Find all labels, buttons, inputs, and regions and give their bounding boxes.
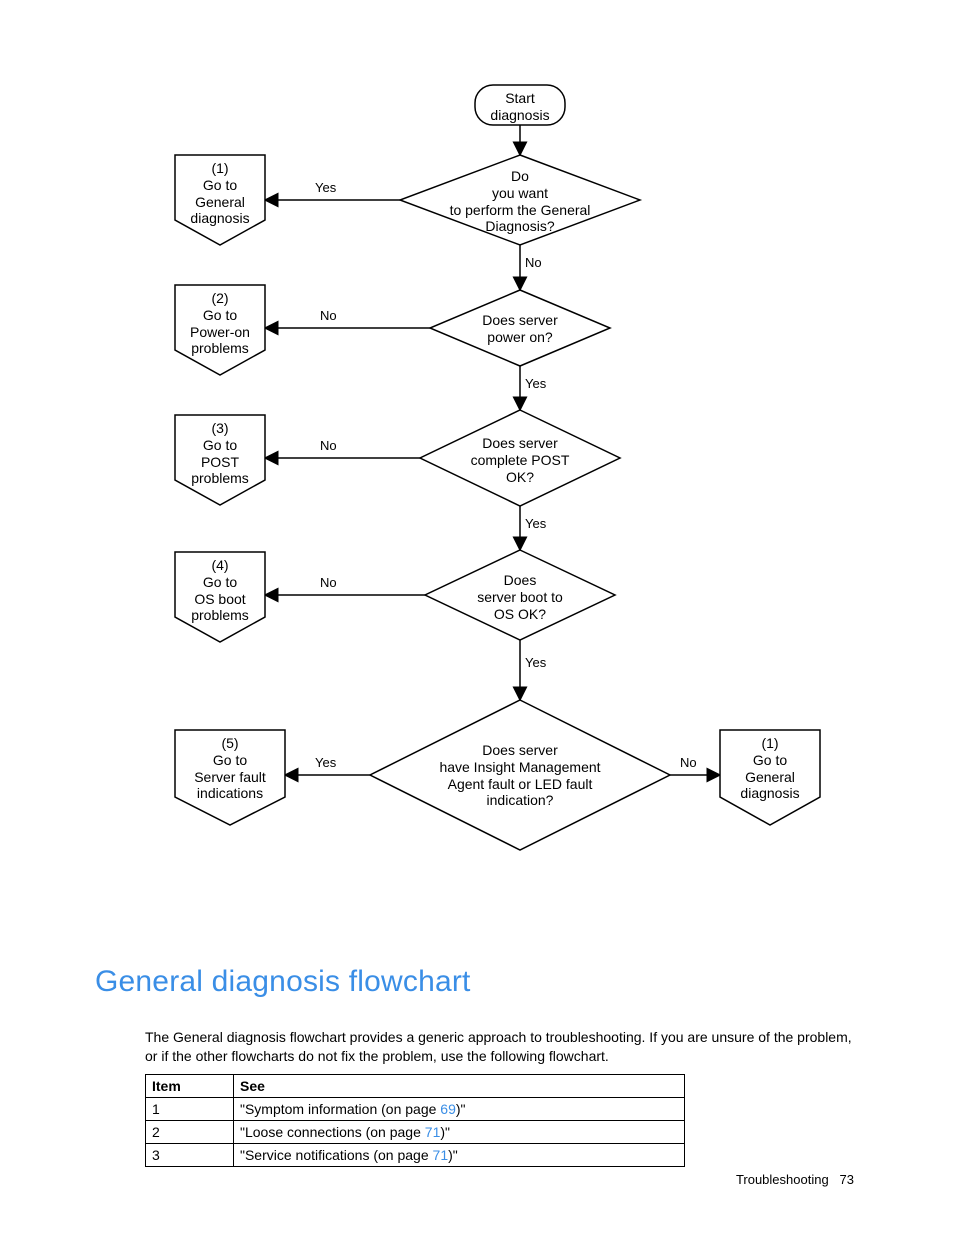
node-d5: Does server have Insight Management Agen… (405, 742, 635, 809)
cell-see: "Service notifications (on page 71)" (234, 1144, 685, 1167)
cell-item: 3 (146, 1144, 234, 1167)
node-o1b: (1) Go to General diagnosis (720, 735, 820, 802)
cell-item: 1 (146, 1098, 234, 1121)
label-d4-yes: Yes (525, 655, 546, 670)
footer-section: Troubleshooting (736, 1172, 829, 1187)
intro-paragraph: The General diagnosis flowchart provides… (145, 1028, 865, 1066)
label-d5-yes: Yes (315, 755, 336, 770)
node-o1: (1) Go to General diagnosis (175, 160, 265, 227)
cell-see: "Loose connections (on page 71)" (234, 1121, 685, 1144)
th-item: Item (146, 1075, 234, 1098)
node-start: Start diagnosis (475, 90, 565, 124)
page-link[interactable]: 71 (433, 1147, 449, 1163)
label-d4-no: No (320, 575, 337, 590)
page-heading: General diagnosis flowchart (95, 965, 471, 999)
node-d3: Does server complete POST OK? (450, 435, 590, 485)
node-o2: (2) Go to Power-on problems (175, 290, 265, 357)
page: Start diagnosis Do you want to perform t… (0, 0, 954, 1235)
label-d2-no: No (320, 308, 337, 323)
page-link[interactable]: 71 (425, 1124, 441, 1140)
node-d2: Does server power on? (455, 312, 585, 346)
table-row: 3 "Service notifications (on page 71)" (146, 1144, 685, 1167)
flowchart-diagram: Start diagnosis Do you want to perform t… (160, 80, 860, 950)
label-d1-no: No (525, 255, 542, 270)
page-link[interactable]: 69 (440, 1101, 456, 1117)
label-d3-yes: Yes (525, 516, 546, 531)
node-o4: (4) Go to OS boot problems (175, 557, 265, 624)
label-d1-yes: Yes (315, 180, 336, 195)
table-row: 2 "Loose connections (on page 71)" (146, 1121, 685, 1144)
page-footer: Troubleshooting 73 (736, 1172, 854, 1187)
reference-table: Item See 1 "Symptom information (on page… (145, 1074, 685, 1167)
node-d1: Do you want to perform the General Diagn… (415, 168, 625, 235)
label-d2-yes: Yes (525, 376, 546, 391)
cell-item: 2 (146, 1121, 234, 1144)
node-d4: Does server boot to OS OK? (455, 572, 585, 622)
th-see: See (234, 1075, 685, 1098)
cell-see: "Symptom information (on page 69)" (234, 1098, 685, 1121)
table-row: 1 "Symptom information (on page 69)" (146, 1098, 685, 1121)
label-d3-no: No (320, 438, 337, 453)
node-o5: (5) Go to Server fault indications (175, 735, 285, 802)
footer-page-number: 73 (840, 1172, 854, 1187)
label-d5-no: No (680, 755, 697, 770)
node-o3: (3) Go to POST problems (175, 420, 265, 487)
